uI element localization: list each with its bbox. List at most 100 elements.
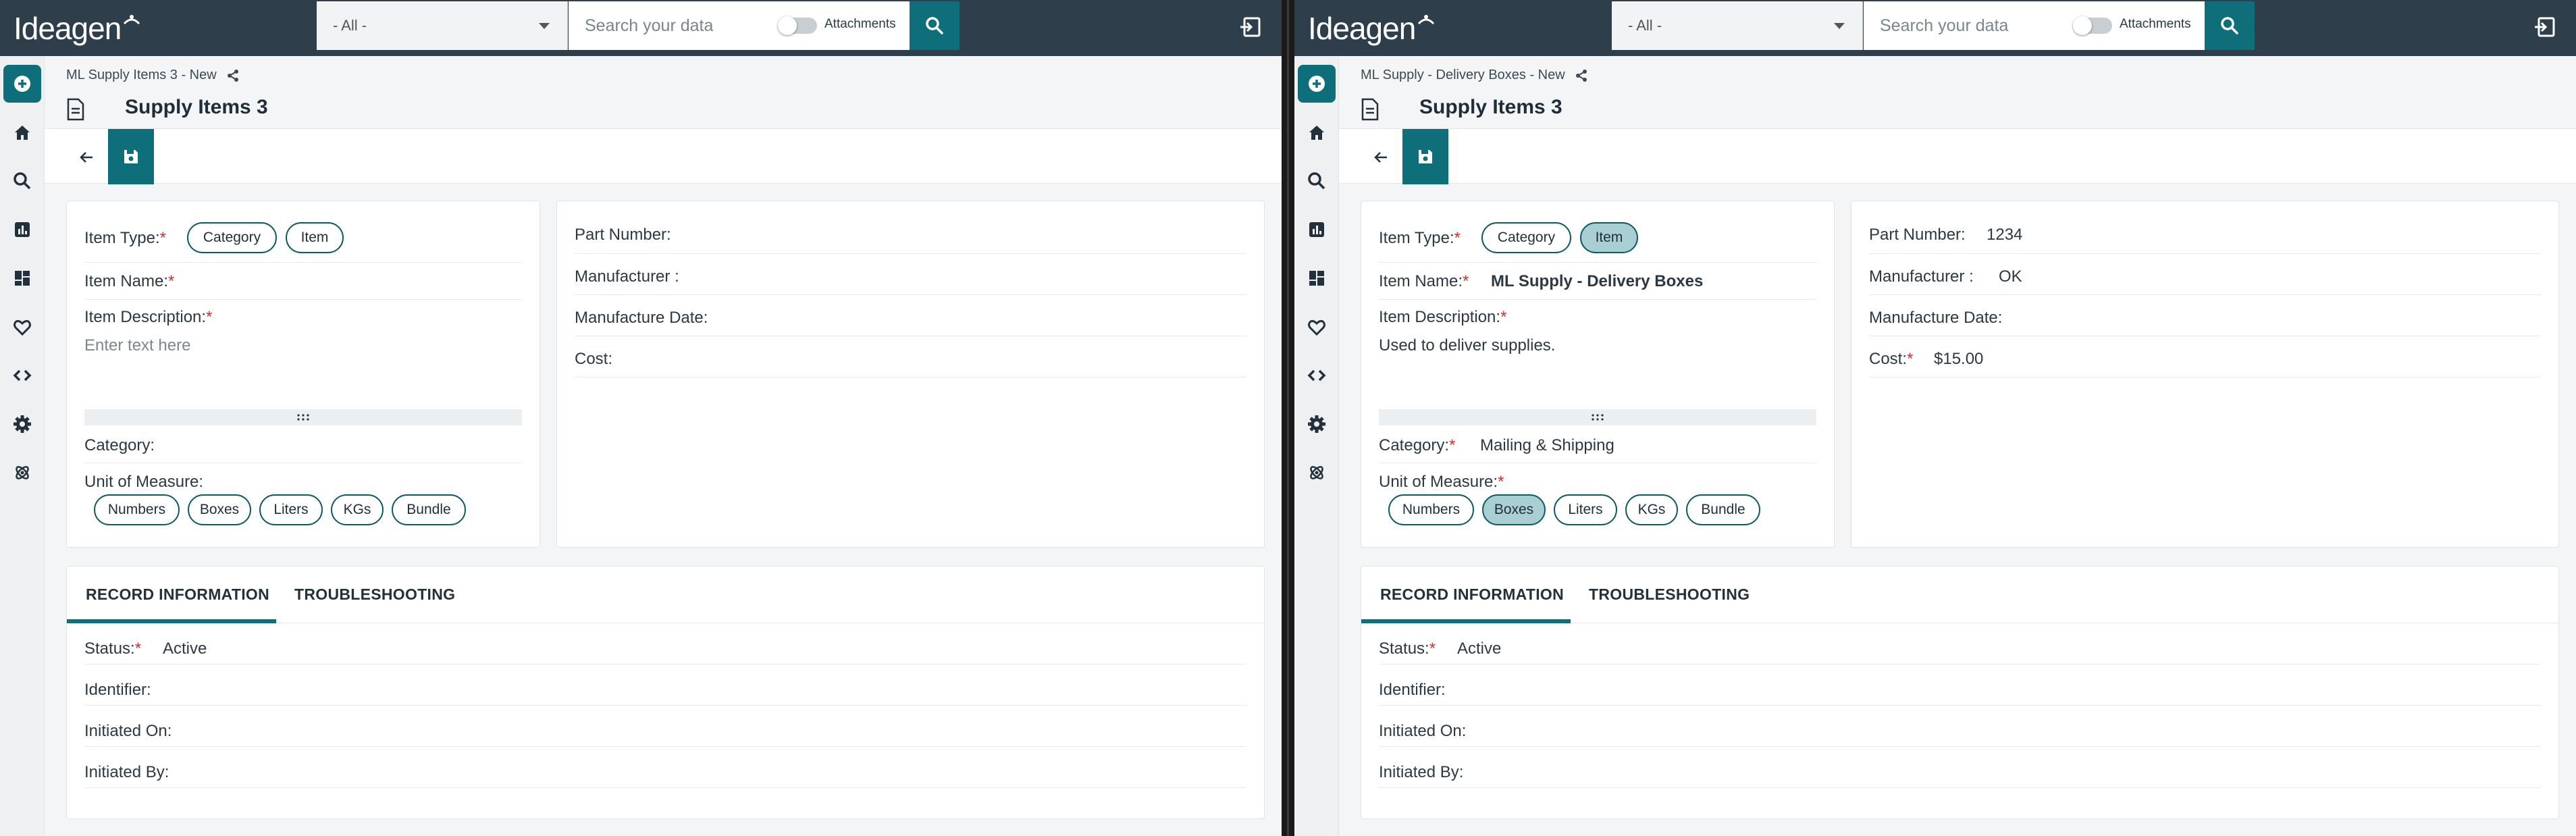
uom-kgs-chip[interactable]: KGs [1625, 494, 1678, 525]
back-button[interactable] [72, 142, 101, 172]
breadcrumb-text[interactable]: ML Supply - Delivery Boxes - New [1361, 68, 1565, 83]
status-value: Active [163, 639, 207, 658]
exit-icon[interactable] [1238, 15, 1263, 39]
reports-icon[interactable] [1303, 216, 1330, 243]
window-divider[interactable] [1282, 0, 1294, 836]
initiated-on-row: Initiated On: [84, 706, 1246, 747]
textarea-resize-handle[interactable] [1379, 409, 1816, 425]
search-icon [2221, 17, 2238, 34]
item-description-label: Item Description:* [1379, 308, 1507, 326]
tab-record-information[interactable]: RECORD INFORMATION [1380, 585, 1564, 604]
item-type-category-chip[interactable]: Category [187, 222, 277, 253]
category-label: Category:* [1379, 436, 1456, 454]
title-row [66, 95, 85, 124]
search-button[interactable] [2205, 1, 2255, 50]
uom-liters-chip[interactable]: Liters [1554, 494, 1617, 525]
page-title: Supply Items 3 [125, 96, 268, 118]
uom-numbers-chip[interactable]: Numbers [94, 494, 180, 525]
back-button[interactable] [1366, 142, 1396, 172]
favorites-icon[interactable] [1303, 313, 1330, 340]
manufacture-date-label: Manufacture Date: [575, 309, 708, 327]
search-button[interactable] [910, 1, 960, 50]
manufacturer-row: Manufacturer : OK [1869, 254, 2541, 295]
save-button[interactable] [1402, 129, 1448, 184]
uom-kgs-chip[interactable]: KGs [331, 494, 384, 525]
uom-bundle-chip[interactable]: Bundle [1686, 494, 1760, 525]
identifier-row: Identifier: [1379, 664, 2541, 706]
initiated-by-label: Initiated By: [1379, 763, 1464, 781]
search-scope-select[interactable]: - All - [317, 1, 568, 50]
sidebar [1294, 56, 1339, 836]
manufacture-date-row: Manufacture Date: [1869, 295, 2541, 336]
search-icon[interactable] [1303, 167, 1330, 194]
category-value[interactable]: Mailing & Shipping [1480, 436, 1614, 455]
uom-boxes-chip[interactable]: Boxes [188, 494, 251, 525]
item-type-item-chip[interactable]: Item [1580, 222, 1638, 253]
code-icon[interactable] [9, 362, 36, 389]
back-arrow-icon [80, 152, 93, 163]
integrations-icon[interactable] [9, 459, 36, 486]
tab-record-information[interactable]: RECORD INFORMATION [86, 585, 269, 604]
item-type-item-chip[interactable]: Item [286, 222, 344, 253]
status-label: Status:* [1379, 639, 1436, 658]
item-name-row: Item Name:* ML Supply - Delivery Boxes [1379, 263, 1816, 300]
ideagen-logo[interactable]: Ideagen [14, 8, 141, 49]
item-name-value[interactable]: ML Supply - Delivery Boxes [1491, 272, 1703, 291]
uom-liters-chip[interactable]: Liters [259, 494, 323, 525]
cost-value[interactable]: $15.00 [1934, 350, 1983, 369]
settings-icon[interactable] [1303, 411, 1330, 438]
back-arrow-icon [1374, 152, 1387, 163]
document-icon [1361, 98, 1379, 121]
favorites-icon[interactable] [9, 313, 36, 340]
integrations-icon[interactable] [1303, 459, 1330, 486]
uom-boxes-chip[interactable]: Boxes [1482, 494, 1546, 525]
search-scope-select[interactable]: - All - [1612, 1, 1863, 50]
save-button[interactable] [108, 129, 154, 184]
divider-grip [1287, 0, 1289, 836]
share-icon[interactable] [1575, 69, 1588, 82]
status-row: Status:* Active [1379, 623, 2541, 664]
logo-mark-icon [1418, 15, 1435, 25]
record-tabs: RECORD INFORMATION TROUBLESHOOTING [1361, 567, 2558, 623]
right-app-window: Ideagen - All - Search your data Attachm… [1294, 0, 2576, 836]
uom-numbers-chip[interactable]: Numbers [1388, 494, 1474, 525]
uom-bundle-chip[interactable]: Bundle [392, 494, 466, 525]
save-icon [1419, 150, 1432, 163]
attachments-toggle[interactable] [778, 16, 817, 35]
code-icon[interactable] [1303, 362, 1330, 389]
identifier-row: Identifier: [84, 664, 1246, 706]
record-info-card: RECORD INFORMATION TROUBLESHOOTING Statu… [66, 566, 1265, 819]
add-button[interactable] [1298, 65, 1336, 103]
share-icon[interactable] [226, 69, 240, 82]
tab-troubleshooting[interactable]: TROUBLESHOOTING [294, 585, 455, 604]
attachments-toggle[interactable] [2073, 16, 2112, 35]
initiated-on-label: Initiated On: [84, 722, 172, 740]
exit-icon[interactable] [2533, 15, 2557, 39]
search-placeholder: Search your data [585, 16, 714, 35]
manufacturer-value[interactable]: OK [1999, 267, 2022, 286]
identifier-label: Identifier: [84, 681, 151, 699]
part-number-value[interactable]: 1234 [1987, 226, 2022, 244]
item-description-input[interactable]: Used to deliver supplies. [1379, 336, 1555, 355]
home-icon[interactable] [1303, 119, 1330, 146]
home-icon[interactable] [9, 119, 36, 146]
toggle-knob [778, 16, 797, 35]
unit-of-measure-row: Unit of Measure:* Numbers Boxes Liters K… [1379, 463, 1816, 528]
textarea-resize-handle[interactable] [84, 409, 522, 425]
add-button[interactable] [3, 65, 41, 103]
part-details-card: Part Number: Manufacturer : Manufacture … [556, 201, 1265, 548]
dashboard-icon[interactable] [9, 265, 36, 292]
breadcrumb: ML Supply - Delivery Boxes - New [1361, 68, 1588, 83]
dashboard-icon[interactable] [1303, 265, 1330, 292]
settings-icon[interactable] [9, 411, 36, 438]
page-title: Supply Items 3 [1419, 96, 1562, 118]
initiated-by-label: Initiated By: [84, 763, 169, 781]
search-icon[interactable] [9, 167, 36, 194]
tab-troubleshooting[interactable]: TROUBLESHOOTING [1589, 585, 1750, 604]
item-description-input[interactable]: Enter text here [84, 336, 190, 355]
ideagen-logo[interactable]: Ideagen [1308, 8, 1436, 49]
reports-icon[interactable] [9, 216, 36, 243]
breadcrumb-text[interactable]: ML Supply Items 3 - New [66, 68, 217, 83]
item-type-category-chip[interactable]: Category [1481, 222, 1571, 253]
record-info-card: RECORD INFORMATION TROUBLESHOOTING Statu… [1361, 566, 2559, 819]
